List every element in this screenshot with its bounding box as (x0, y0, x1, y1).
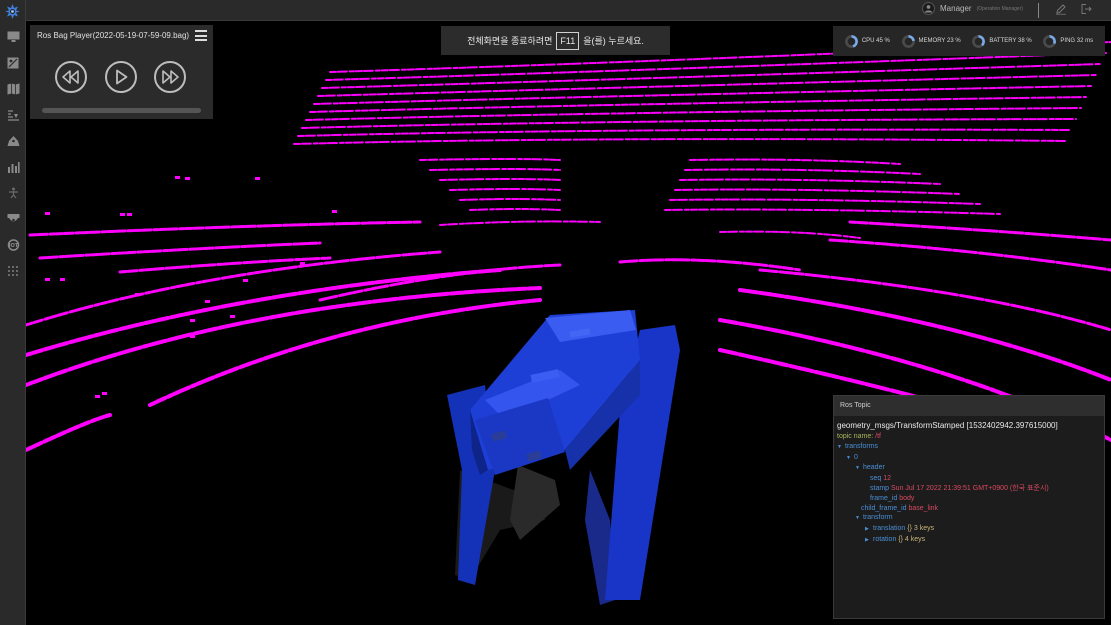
transforms-key: transforms (845, 442, 879, 450)
cpu-gauge-icon (844, 34, 858, 48)
message-type: geometry_msgs/TransformStamped [15324029… (837, 421, 1058, 430)
user-info[interactable]: Manager (Operation Manager) (922, 2, 1023, 15)
fullscreen-exit-notice: 전체화면을 종료하려면 F11 을(를) 누르세요. (441, 26, 670, 55)
tree-row-frame-id: frame_id body (837, 494, 1101, 504)
battery-gauge-icon (972, 34, 986, 48)
tree-row-child-frame-id: child_frame_id base_link (837, 504, 1101, 514)
translation-value: {} 3 keys (907, 525, 935, 533)
battery-stat: BATTERY 38 % (972, 34, 1032, 48)
edit-icon[interactable] (1054, 3, 1068, 17)
expand-triangle-icon[interactable]: ▼ (846, 454, 854, 464)
user-avatar-icon (922, 2, 935, 15)
ping-stat: PING 32 ms (1043, 34, 1094, 48)
tree-node-translation[interactable]: ▶ translation {} 3 keys (837, 524, 1101, 535)
rotation-value: {} 4 keys (898, 535, 926, 543)
accessibility-icon[interactable] (5, 187, 21, 203)
iot-icon[interactable]: IOT (5, 239, 21, 255)
cpu-stat: CPU 45 % (844, 34, 890, 48)
tree-row-stamp: stamp Sun Jul 17 2022 21:39:51 GMT+0900 … (837, 484, 1101, 494)
topic-name-row: topic name: /tf (837, 432, 1101, 442)
seq-value: 12 (883, 475, 892, 483)
layers-icon[interactable] (5, 109, 21, 125)
cpu-label: CPU 45 % (861, 38, 890, 44)
user-name: Manager (940, 4, 972, 13)
expand-triangle-icon[interactable]: ▼ (855, 514, 863, 524)
topic-name-value: /tf (875, 433, 881, 440)
frame-id-key: frame_id (870, 494, 898, 502)
svg-text:IOT: IOT (8, 243, 18, 249)
hamburger-menu-icon[interactable] (195, 30, 207, 41)
child-frame-id-key: child_frame_id (861, 504, 907, 512)
play-button[interactable] (105, 61, 137, 93)
tree-node-transform[interactable]: ▼ transform (837, 513, 1101, 524)
robot-model (447, 310, 680, 605)
tree-node-rotation[interactable]: ▶ rotation {} 4 keys (837, 535, 1101, 546)
bar-chart-icon[interactable] (5, 161, 21, 177)
app-window: Manager (Operation Manager) IOT Ros Bag … (0, 0, 1111, 625)
ros-topic-tree: geometry_msgs/TransformStamped [15324029… (834, 416, 1104, 550)
rotation-key: rotation (873, 535, 897, 543)
tree-row-seq: seq 12 (837, 474, 1101, 484)
system-stats-panel: CPU 45 % MEMORY 23 % BATTERY 38 % PING 3… (833, 26, 1105, 56)
tree-node-transforms[interactable]: ▼ transforms (837, 442, 1101, 453)
memory-stat: MEMORY 23 % (901, 34, 961, 48)
collapse-triangle-icon[interactable]: ▶ (865, 536, 873, 546)
expand-triangle-icon[interactable]: ▼ (855, 464, 863, 474)
ping-label: PING 32 ms (1060, 38, 1094, 44)
topic-name-key: topic name: (837, 433, 874, 440)
frame-id-value: body (899, 494, 915, 502)
seq-key: seq (870, 475, 882, 483)
top-bar: Manager (Operation Manager) (0, 0, 1111, 21)
transform-key: transform (863, 514, 893, 522)
stamp-key: stamp (870, 484, 890, 492)
stamp-value: Sun Jul 17 2022 21:39:51 GMT+0900 (한국 표준… (891, 484, 1049, 492)
monitor-icon[interactable] (5, 31, 21, 47)
fast-forward-icon (162, 70, 179, 84)
f11-key-badge: F11 (556, 31, 580, 50)
logout-icon[interactable] (1079, 3, 1093, 17)
collapse-triangle-icon[interactable]: ▶ (865, 525, 873, 535)
playback-progress-bar[interactable] (42, 108, 201, 113)
map-icon[interactable] (5, 83, 21, 99)
grid-icon[interactable] (5, 265, 21, 281)
tree-node-header[interactable]: ▼ header (837, 463, 1101, 474)
expand-triangle-icon[interactable]: ▼ (837, 443, 845, 453)
ping-gauge-icon (1043, 34, 1057, 48)
translation-key: translation (873, 525, 906, 533)
tree-node-index[interactable]: ▼ 0 (837, 453, 1101, 464)
topbar-divider (1038, 3, 1039, 18)
header-key: header (863, 464, 885, 472)
map-pin-icon[interactable] (5, 57, 21, 73)
logo-icon[interactable] (4, 3, 21, 20)
child-frame-id-value: base_link (908, 504, 939, 512)
battery-label: BATTERY 38 % (989, 38, 1032, 44)
ros-topic-header: Ros Topic (834, 396, 1104, 416)
memory-gauge-icon (901, 34, 915, 48)
user-role: (Operation Manager) (976, 5, 1023, 12)
index-key: 0 (854, 453, 858, 461)
fast-forward-button[interactable] (154, 61, 186, 93)
player-title: Ros Bag Player(2022-05-19-07-59-09.bag) (37, 31, 190, 40)
ros-topic-panel: Ros Topic geometry_msgs/TransformStamped… (833, 395, 1105, 619)
rewind-icon (62, 70, 79, 84)
notice-text-after: 을(를) 누르세요. (583, 36, 644, 46)
camera-icon[interactable] (5, 213, 21, 229)
memory-label: MEMORY 23 % (918, 38, 961, 44)
notice-text-before: 전체화면을 종료하려면 (467, 36, 553, 46)
sidebar: IOT (0, 0, 26, 625)
rewind-button[interactable] (55, 61, 87, 93)
ros-bag-player: Ros Bag Player(2022-05-19-07-59-09.bag) (30, 25, 213, 119)
play-icon (116, 69, 128, 85)
robot-icon[interactable] (5, 135, 21, 151)
